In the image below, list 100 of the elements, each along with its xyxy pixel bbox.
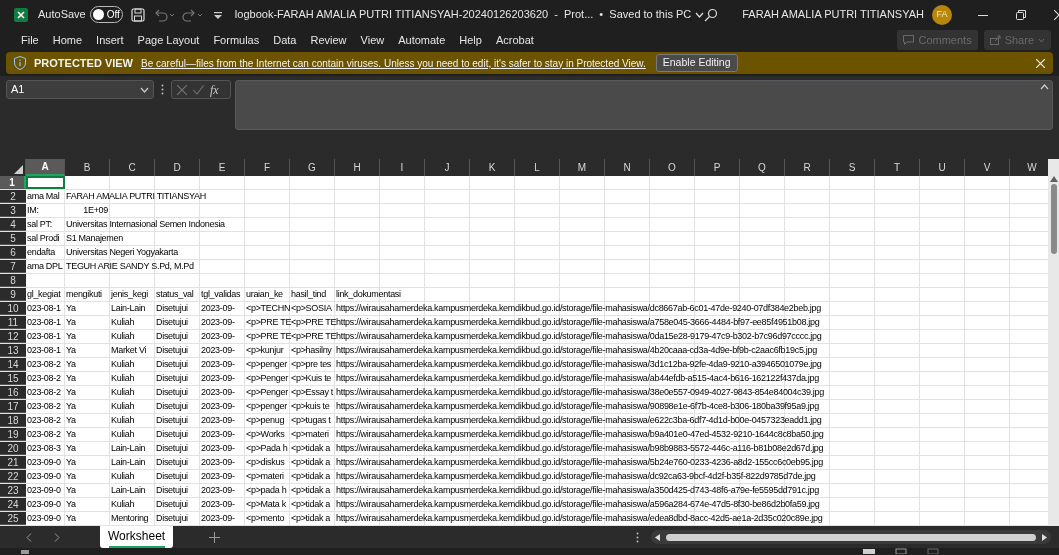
column-header[interactable]: B <box>65 159 110 176</box>
menu-tab[interactable]: Help <box>452 31 489 49</box>
enter-icon[interactable] <box>193 84 204 95</box>
scroll-up-icon[interactable] <box>1049 176 1058 182</box>
cell-text: sal Prodi <box>27 234 60 243</box>
cell-text: https://wirausahamerdeka.kampusmerdeka.kemdikbud.go.id/storage/file-mahasiswa/e622c3ba-6df7-4d1d-b00e-0457323eadd1.jpg <box>336 416 822 425</box>
insert-function-button[interactable]: fx <box>210 80 219 99</box>
menu-tab[interactable]: Review <box>303 31 354 49</box>
row-header[interactable]: 17 <box>0 400 26 413</box>
row-header[interactable]: 24 <box>0 498 26 511</box>
row-header[interactable]: 9 <box>0 288 26 301</box>
row-header[interactable]: 25 <box>0 512 26 525</box>
cell-text: <p>pre tes <box>291 360 332 369</box>
menu-tab[interactable]: Home <box>45 31 90 49</box>
row-header[interactable]: 22 <box>0 470 26 483</box>
menu-tab[interactable]: Data <box>266 31 304 49</box>
row-header[interactable]: 14 <box>0 358 26 371</box>
enable-editing-button[interactable]: Enable Editing <box>655 54 738 72</box>
comment-icon <box>903 35 915 45</box>
cancel-icon[interactable] <box>177 84 187 95</box>
row-header[interactable]: 20 <box>0 442 26 455</box>
menu-tab[interactable]: View <box>353 31 392 49</box>
cell-text: 2023-09- <box>201 430 235 439</box>
row-header[interactable]: 7 <box>0 260 26 273</box>
collapse-icon[interactable] <box>1040 84 1049 90</box>
row-header[interactable]: 18 <box>0 414 26 427</box>
row-header[interactable]: 1 <box>0 176 26 189</box>
add-sheet-icon[interactable] <box>209 531 221 543</box>
close-icon[interactable] <box>1036 58 1045 68</box>
row-header[interactable]: 23 <box>0 484 26 497</box>
row-header[interactable]: 12 <box>0 330 26 343</box>
row-header[interactable]: 8 <box>0 274 26 287</box>
cell-text: Ya <box>66 318 76 327</box>
cell-text: 2023-09- <box>201 388 235 397</box>
excel-logo-icon[interactable] <box>14 7 28 22</box>
cell-text: 023-09-0 <box>27 500 61 509</box>
row-header[interactable]: 19 <box>0 428 26 441</box>
cell-text: uraian_ke <box>246 290 283 299</box>
row-header[interactable]: 15 <box>0 372 26 385</box>
scroll-left-icon[interactable] <box>655 533 660 541</box>
name-box[interactable]: A1 <box>6 80 154 99</box>
redo-icon[interactable] <box>180 7 203 22</box>
menu-tab[interactable]: File <box>14 31 46 49</box>
cell-text: <p>Pada h <box>246 444 288 453</box>
row-header[interactable]: 4 <box>0 218 26 231</box>
row-header[interactable]: 3 <box>0 204 26 217</box>
cell-text: Mentoring <box>111 514 149 523</box>
cell-text: <p>tidak a <box>291 500 331 509</box>
cell-text: Market Vi <box>111 346 147 355</box>
more-options-icon[interactable] <box>636 531 639 543</box>
row-header[interactable]: 11 <box>0 316 26 329</box>
row-header[interactable]: 10 <box>0 302 26 315</box>
formula-input[interactable] <box>235 80 1053 130</box>
cell-text: https://wirausahamerdeka.kampusmerdeka.kemdikbud.go.id/storage/file-mahasiswa/dc8667ab-6c01-47de-9240-07df384e2beb.jpg <box>336 304 821 313</box>
customize-toolbar-icon[interactable] <box>212 9 223 20</box>
save-icon[interactable] <box>130 7 145 22</box>
cell-text: mengikuti <box>66 290 102 299</box>
user-name[interactable]: FARAH AMALIA PUTRI TITIANSYAH <box>742 6 924 23</box>
warning-link[interactable]: Be careful—files from the Internet can contain viruses. Unless you need to edit, it's safer to stay in Protected View. <box>141 55 646 71</box>
more-options-icon[interactable] <box>161 84 164 95</box>
row-header[interactable]: 2 <box>0 190 26 203</box>
row-header[interactable]: 13 <box>0 344 26 357</box>
row-header[interactable]: 21 <box>0 456 26 469</box>
active-cell[interactable] <box>26 176 65 189</box>
restore-icon[interactable] <box>1016 9 1026 20</box>
accessibility-icon[interactable] <box>20 548 30 554</box>
menu-tab[interactable]: Insert <box>89 31 131 49</box>
cell-text: Kuliah <box>111 500 135 509</box>
normal-view-icon[interactable] <box>863 548 875 554</box>
row-header[interactable]: 5 <box>0 232 26 245</box>
cell-text: Lain-Lain <box>111 486 146 495</box>
scroll-right-icon[interactable] <box>1042 533 1047 541</box>
menu-tab[interactable]: Page Layout <box>130 31 207 49</box>
cell-text: endafta <box>27 248 55 257</box>
cell-text: 023-08-2 <box>27 430 61 439</box>
cell-text: TEGUH ARIE SANDY S.Pd, M.Pd <box>66 262 194 271</box>
cell-text: <p>materi <box>246 472 284 481</box>
cell-text: <p>SOSIA <box>291 304 332 313</box>
scrollbar-thumb[interactable] <box>1050 184 1057 254</box>
menu-tab[interactable]: Acrobat <box>488 31 541 49</box>
row-header[interactable]: 16 <box>0 386 26 399</box>
search-icon[interactable] <box>704 7 719 22</box>
cell-text: https://wirausahamerdeka.kampusmerdeka.kemdikbud.go.id/storage/file-mahasiswa/4b20caaa-cd3a-4d9e-bf9b-c2aac6fb19c5.jpg <box>336 346 817 355</box>
save-status[interactable]: • Saved to this PC <box>599 6 705 23</box>
cell-text: 2023-09- <box>201 444 235 453</box>
cell-text: 023-08-1 <box>27 304 61 313</box>
cell-text: <p>TECHN <box>246 304 291 313</box>
cell-text: Ya <box>66 374 76 383</box>
cell-text: Universitas Internasional Semen Indonesia <box>66 220 225 229</box>
column-header[interactable]: A <box>26 159 65 176</box>
cell-text: sal PT: <box>27 220 52 229</box>
horizontal-scrollbar[interactable] <box>651 530 1051 544</box>
select-all-icon[interactable] <box>14 165 23 174</box>
menu-tab[interactable]: Automate <box>391 31 453 49</box>
row-header[interactable]: 6 <box>0 246 26 259</box>
sheet-tab[interactable]: Worksheet <box>100 526 174 548</box>
cell-text: 023-08-2 <box>27 402 61 411</box>
cell-text: Disetujui <box>156 514 188 523</box>
page-layout-icon[interactable] <box>895 548 907 554</box>
menu-tab[interactable]: Formulas <box>206 31 267 49</box>
